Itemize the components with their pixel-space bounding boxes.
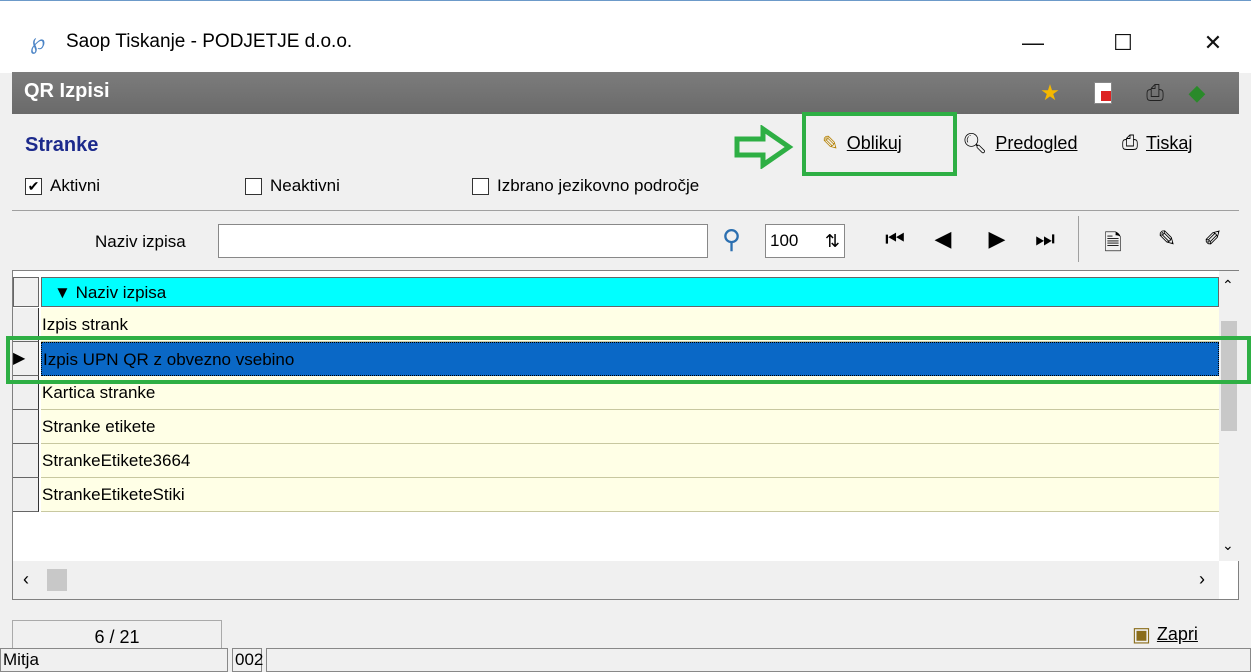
close-document-icon[interactable] [1094,82,1112,104]
row-selector[interactable] [13,410,39,444]
printer-stack-icon[interactable]: ⎙ [1142,80,1168,106]
close-book-icon: ▣ [1132,624,1151,646]
tiskaj-button[interactable]: ⎙ Tiskaj [1122,128,1192,158]
divider [12,210,1239,211]
row-selector[interactable] [13,444,39,478]
table-row[interactable]: Stranke etikete [13,410,1219,444]
zapri-button[interactable]: ▣ Zapri [1132,622,1198,647]
status-code: 002 [232,648,263,672]
row-highlight-box [6,336,1251,384]
previous-record-icon[interactable]: ◀ [928,226,958,252]
table-row[interactable]: StrankeEtiketeStiki [13,478,1219,512]
horizontal-scroll-thumb[interactable] [47,569,67,591]
status-user: Mitja [0,648,228,672]
maximize-button[interactable]: ☐ [1100,23,1146,63]
sort-down-icon: ▼ [54,283,71,302]
annotation-arrow-icon [734,125,794,169]
neaktivni-checkbox-box[interactable] [245,177,262,195]
column-header-text: Naziv izpisa [75,283,167,302]
table-row[interactable]: StrankeEtikete3664 [13,444,1219,478]
scroll-up-icon[interactable]: ⌃ [1222,277,1234,294]
scroll-down-icon[interactable]: ⌄ [1222,537,1234,554]
status-panel [266,648,1251,672]
scroll-left-icon[interactable]: ‹ [23,569,29,590]
scroll-right-icon[interactable]: › [1199,569,1205,590]
table-cell[interactable]: StrankeEtikete3664 [41,444,1219,478]
column-header-naziv[interactable]: ▼ Naziv izpisa [41,277,1219,307]
zapri-label: Zapri [1156,624,1198,644]
close-button[interactable]: ✕ [1190,23,1236,63]
favorite-star-icon[interactable]: ★ [1037,80,1063,106]
divider [1078,216,1079,262]
jezik-label: Izbrano jezikovno področje [497,176,700,195]
first-record-icon[interactable]: ⏮ [880,226,910,252]
window-title: Saop Tiskanje - PODJETJE d.o.o. [66,31,353,52]
predogled-label: Predogled [995,132,1078,153]
next-record-icon[interactable]: ▶ [982,226,1012,252]
preview-magnifier-icon: 🔍︎ [962,132,988,155]
section-heading: Stranke [25,134,99,156]
edit-record-icon[interactable]: ✎ [1152,226,1182,252]
checkbox-jezik[interactable]: Izbrano jezikovno področje [472,176,699,196]
page-size-spinner[interactable]: 100 ⇅ [765,224,845,258]
checkbox-neaktivni[interactable]: Neaktivni [245,176,340,196]
module-header: QR Izpisi ★ ⎙ ◆ [12,72,1239,114]
column-header-label: ▼ Naziv izpisa [54,283,166,303]
naziv-izpisa-input[interactable] [218,224,708,258]
copy-record-icon[interactable]: ✐ [1198,226,1228,252]
jezik-checkbox-box[interactable] [472,177,489,195]
module-title: QR Izpisi [24,80,110,102]
app-logo-icon: ℘ [30,29,46,54]
horizontal-scrollbar[interactable]: ‹ › [13,561,1219,599]
oblikuj-highlight-box [802,112,957,176]
last-record-icon[interactable]: ⏭ [1030,226,1060,252]
naziv-izpisa-label: Naziv izpisa [95,232,186,251]
neaktivni-label: Neaktivni [270,176,340,195]
minimize-button[interactable]: — [1010,23,1056,63]
vertical-scrollbar[interactable]: ⌃ ⌄ [1219,271,1239,561]
predogled-button[interactable]: 🔍︎ Predogled [962,128,1077,158]
aktivni-checkbox-box[interactable]: ✔ [25,177,42,195]
checkbox-aktivni[interactable]: ✔ Aktivni [25,176,100,196]
table-cell[interactable]: StrankeEtiketeStiki [41,478,1219,512]
new-record-icon[interactable]: 🗎 [1098,226,1128,264]
row-selector[interactable] [13,478,39,512]
printer-icon: ⎙ [1122,131,1138,154]
search-icon[interactable]: ⚲ [722,224,741,255]
page-size-value: 100 [770,231,799,250]
tiskaj-label: Tiskaj [1146,132,1193,153]
table-cell[interactable]: Stranke etikete [41,410,1219,444]
spinner-arrows-icon[interactable]: ⇅ [825,225,840,257]
row-selector-header [13,277,39,307]
aktivni-label: Aktivni [50,176,101,195]
exit-book-icon[interactable]: ◆ [1184,80,1210,106]
window-titlebar: ℘ Saop Tiskanje - PODJETJE d.o.o. — ☐ ✕ [0,0,1251,73]
report-grid: ▼ Naziv izpisa Izpis strank ▶ Izpis UPN … [12,270,1239,600]
